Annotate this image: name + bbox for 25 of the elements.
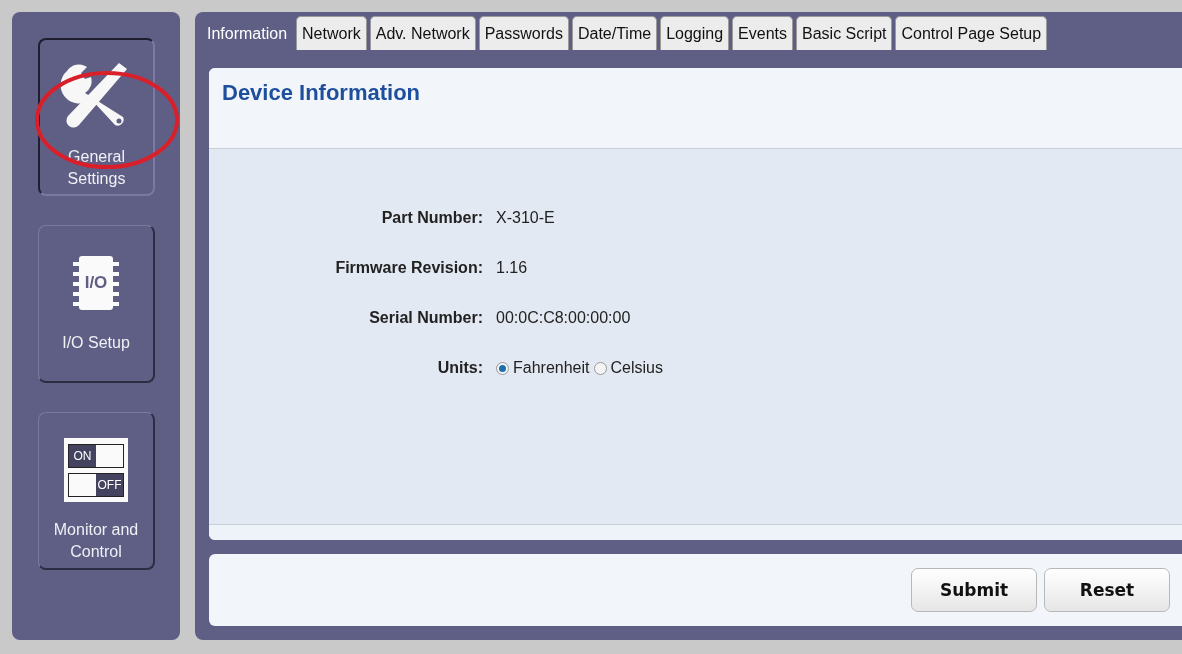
sidebar-item[interactable]: I/O I/O Setup — [38, 225, 155, 383]
action-button[interactable]: Reset — [1044, 568, 1170, 612]
field-value: 1.16 — [496, 258, 528, 278]
field-label: Serial Number: — [368, 308, 483, 328]
field-label: Units: — [436, 358, 483, 378]
field-value: X-310-E — [496, 208, 555, 228]
radio-button[interactable] — [496, 361, 509, 375]
radio-label: Celsius — [610, 358, 663, 378]
sidebar-item[interactable]: ON OFF Monitor and Control — [38, 412, 155, 570]
action-button[interactable]: Submit — [911, 568, 1037, 612]
field-label: Part Number: — [380, 208, 483, 228]
tab[interactable]: Adv. Network — [369, 16, 476, 50]
radio-label: Fahrenheit — [513, 358, 590, 378]
panel-title: Device Information — [222, 80, 422, 106]
field-value: 00:0C:C8:00:00:00 — [496, 308, 631, 328]
tab[interactable]: Date/Time — [571, 16, 658, 50]
tab[interactable]: Network — [296, 16, 367, 50]
field-label: Firmware Revision: — [334, 258, 483, 278]
tab[interactable]: Events — [732, 16, 793, 50]
tab[interactable]: Logging — [660, 16, 730, 50]
tab[interactable]: Basic Script — [796, 16, 893, 50]
tab[interactable]: Control Page Setup — [895, 16, 1048, 50]
toggle-switches-icon: ON OFF — [64, 438, 128, 502]
radio-button[interactable] — [593, 361, 607, 375]
tab[interactable]: Passwords — [478, 16, 569, 50]
